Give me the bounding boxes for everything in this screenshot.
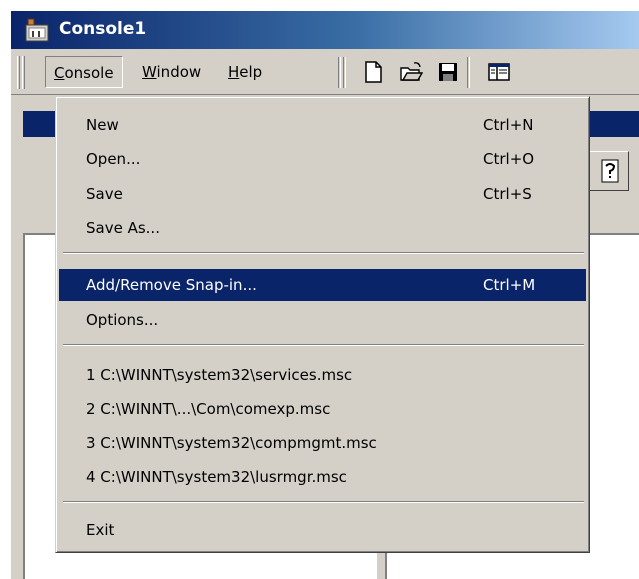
properties-icon (601, 159, 619, 183)
menu-bar: Console Window Help (11, 51, 639, 95)
menu-item-save-as[interactable]: Save As... (59, 212, 586, 244)
toolbar-separator (338, 57, 341, 88)
menu-item-label: 1 C:\WINNT\system32\services.msc (86, 366, 353, 384)
save-disk-icon[interactable] (436, 60, 460, 84)
menu-item-recent-4[interactable]: 4 C:\WINNT\system32\lusrmgr.msc (59, 461, 586, 493)
menu-item-label: 4 C:\WINNT\system32\lusrmgr.msc (86, 468, 347, 486)
menu-item-new[interactable]: New Ctrl+N (59, 109, 586, 141)
menu-item-label: New (86, 116, 119, 134)
menu-item-label: Add/Remove Snap-in... (86, 276, 257, 294)
menu-item-shortcut: Ctrl+N (483, 116, 534, 134)
menu-item-label: Save As... (86, 219, 160, 237)
menu-console-rest: onsole (64, 64, 114, 82)
menu-item-label: Options... (86, 311, 159, 329)
console-menu-dropdown: New Ctrl+N Open... Ctrl+O Save Ctrl+S Sa… (55, 96, 590, 553)
title-bar[interactable]: Console1 (11, 11, 639, 49)
menu-item-options[interactable]: Options... (59, 304, 586, 336)
menubar-grip-2[interactable] (22, 56, 25, 89)
menu-item-save[interactable]: Save Ctrl+S (59, 178, 586, 210)
open-folder-icon[interactable] (399, 60, 423, 84)
menu-item-exit[interactable]: Exit (59, 514, 586, 546)
menu-item-open[interactable]: Open... Ctrl+O (59, 143, 586, 175)
menubar-grip[interactable] (17, 56, 20, 89)
menu-separator (63, 501, 584, 503)
menu-help-mnemonic: H (228, 63, 240, 81)
menu-help[interactable]: Help (220, 56, 270, 88)
menu-window-rest: indow (156, 63, 202, 81)
menu-item-recent-2[interactable]: 2 C:\WINNT\...\Com\comexp.msc (59, 393, 586, 425)
menu-item-shortcut: Ctrl+S (483, 185, 532, 203)
menu-item-add-remove-snap-in[interactable]: Add/Remove Snap-in... Ctrl+M (59, 269, 586, 301)
toolbar-separator-2 (343, 57, 346, 88)
menu-window[interactable]: Window (134, 56, 209, 88)
mmc-console-icon (25, 18, 49, 42)
menu-console[interactable]: Console (45, 56, 123, 88)
toolbar-separator-3 (467, 57, 470, 88)
menu-help-rest: elp (239, 63, 263, 81)
menu-item-recent-1[interactable]: 1 C:\WINNT\system32\services.msc (59, 359, 586, 391)
child-toolbar-button[interactable] (589, 151, 629, 191)
menu-item-label: Exit (86, 521, 115, 539)
menu-separator (63, 344, 584, 346)
show-hide-console-tree-icon[interactable] (487, 60, 511, 84)
menu-item-label: 2 C:\WINNT\...\Com\comexp.msc (86, 400, 331, 418)
menu-item-label: Save (86, 185, 123, 203)
menu-separator (63, 252, 584, 254)
menu-item-recent-3[interactable]: 3 C:\WINNT\system32\compmgmt.msc (59, 427, 586, 459)
menu-item-label: Open... (86, 150, 141, 168)
menu-item-label: 3 C:\WINNT\system32\compmgmt.msc (86, 434, 377, 452)
menu-console-mnemonic: C (54, 64, 65, 82)
new-document-icon[interactable] (361, 60, 385, 84)
menu-item-shortcut: Ctrl+M (483, 276, 536, 294)
window-title: Console1 (59, 19, 147, 39)
menu-window-mnemonic: W (142, 63, 157, 81)
menu-item-shortcut: Ctrl+O (483, 150, 535, 168)
